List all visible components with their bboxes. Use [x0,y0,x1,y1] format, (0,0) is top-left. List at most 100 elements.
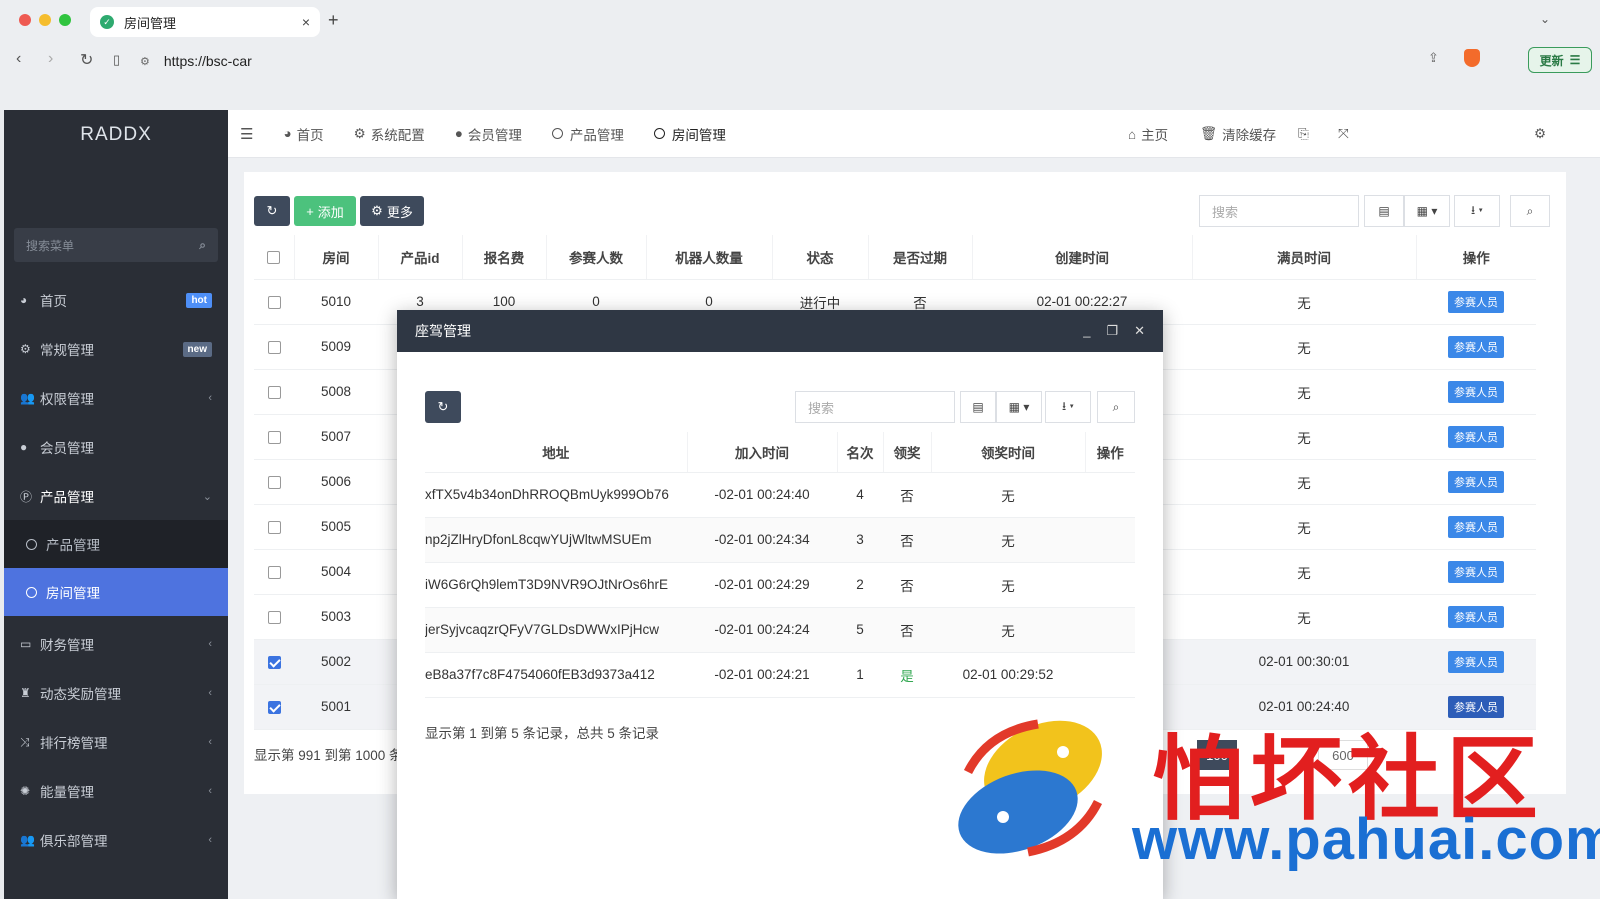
close-icon[interactable]: ✕ [1134,323,1145,339]
sidebar-item-energy[interactable]: ✺ 能量管理 ‹ [4,767,228,815]
column-header[interactable]: 名次 [837,432,884,473]
translate-icon[interactable]: ⎘ [1298,110,1309,158]
sidebar-item-members[interactable]: ● 会员管理 [4,423,228,471]
modal-toggle-view-button[interactable]: ▤ [960,391,996,423]
row-select-cell[interactable] [254,504,294,550]
row-checkbox[interactable] [267,655,281,669]
participants-button[interactable]: 参赛人员 [1448,515,1504,538]
refresh-button[interactable]: ↻ [254,196,290,226]
row-select-cell[interactable] [254,414,294,460]
column-header[interactable]: 领奖 [883,432,932,473]
column-header[interactable]: 操作 [1085,432,1135,473]
column-header[interactable]: 创建时间 [972,235,1193,280]
select-all-cell[interactable] [254,235,295,280]
columns-button[interactable]: ▦ ▾ [1404,195,1450,227]
participants-button[interactable]: 参赛人员 [1448,380,1504,403]
settings-icon[interactable]: ⚙ [1534,110,1546,158]
tab-products[interactable]: 产品管理 [551,124,624,144]
column-header[interactable]: 是否过期 [868,235,973,280]
row-checkbox[interactable] [267,700,281,714]
sidebar-item-leaderboard[interactable]: ⤨ 排行榜管理 ‹ [4,718,228,766]
new-tab-button[interactable]: + [328,10,339,31]
tab-home[interactable]: ◕ 首页 [283,124,323,144]
share-icon[interactable]: ⇪ [1428,50,1439,66]
forward-icon[interactable]: › [48,50,53,68]
sidebar-item-permissions[interactable]: 👥 权限管理 ‹ [4,374,228,422]
sidebar-item-home[interactable]: ◕ 首页 hot [4,276,228,324]
tab-members[interactable]: ● 会员管理 [455,124,522,144]
export-button[interactable]: ⭳ ▾ [1454,195,1500,227]
row-checkbox[interactable] [267,610,281,624]
sidebar-item-club[interactable]: 👥 俱乐部管理 ‹ [4,816,228,864]
sidebar-item-products[interactable]: Ⓟ 产品管理 ⌄ [4,472,228,520]
tab-close-icon[interactable]: × [302,14,310,30]
select-all-checkbox[interactable] [267,251,281,265]
browser-tab[interactable]: ✓ 房间管理 × [90,7,320,37]
sidebar-item-general[interactable]: ⚙ 常规管理 new [4,325,228,373]
column-header[interactable]: 满员时间 [1192,235,1417,280]
modal-columns-button[interactable]: ▦ ▾ [996,391,1042,423]
minimize-window-button[interactable] [39,14,51,26]
column-header[interactable]: 领奖时间 [931,432,1086,473]
update-button[interactable]: 更新 ☰ [1528,47,1592,73]
site-settings-icon[interactable]: ⚙ [140,55,150,68]
column-header[interactable]: 地址 [425,432,688,473]
search-button[interactable]: ⌕ [1510,195,1550,227]
row-select-cell[interactable] [254,279,294,325]
brave-shield-icon[interactable] [1464,49,1480,67]
sidebar-subitem-products[interactable]: 产品管理 [4,520,228,568]
row-select-cell[interactable] [254,594,294,640]
hamburger-icon[interactable]: ☰ [240,125,253,143]
row-checkbox[interactable] [267,430,281,444]
maximize-window-button[interactable] [59,14,71,26]
column-header[interactable]: 参赛人数 [546,235,647,280]
back-icon[interactable]: ‹ [16,50,21,68]
participants-button[interactable]: 参赛人员 [1448,605,1504,628]
participants-button[interactable]: 参赛人员 [1448,290,1504,313]
participants-button[interactable]: 参赛人员 [1448,425,1504,448]
row-checkbox[interactable] [267,475,281,489]
participants-button[interactable]: 参赛人员 [1448,335,1504,358]
column-header[interactable]: 状态 [772,235,869,280]
tab-rooms[interactable]: 房间管理 [653,124,726,144]
sidebar-subitem-rooms[interactable]: 房间管理 [4,568,228,616]
bookmark-icon[interactable]: ▯ [113,52,120,68]
row-select-cell[interactable] [254,549,294,595]
modal-refresh-button[interactable]: ↻ [425,391,461,423]
participants-button[interactable]: 参赛人员 [1448,560,1504,583]
menu-search-input[interactable]: 搜索菜单 ⌕ [14,228,218,262]
sidebar-item-finance[interactable]: ▭ 财务管理 ‹ [4,620,228,668]
row-checkbox[interactable] [267,565,281,579]
address-bar[interactable]: ⚙ https://bsc-car [140,46,1480,76]
row-checkbox[interactable] [267,520,281,534]
minimize-icon[interactable]: _ [1083,323,1090,339]
row-select-cell[interactable] [254,369,294,415]
clear-cache-link[interactable]: 🗑 清除缓存 [1200,110,1276,158]
maximize-icon[interactable]: ❐ [1106,323,1118,339]
search-input[interactable]: 搜索 [1199,195,1359,227]
column-header[interactable]: 操作 [1416,235,1536,280]
column-header[interactable]: 机器人数量 [646,235,773,280]
row-checkbox[interactable] [267,295,281,309]
row-select-cell[interactable] [254,459,294,505]
chevron-down-icon[interactable]: ⌄ [1540,12,1550,26]
more-button[interactable]: ⚙ 更多 [360,196,424,226]
sidebar-item-rewards[interactable]: ♜ 动态奖励管理 ‹ [4,669,228,717]
toggle-view-button[interactable]: ▤ [1364,195,1404,227]
tab-system-config[interactable]: ⚙ 系统配置 [354,124,425,144]
fullscreen-icon[interactable]: ⤧ [1338,110,1349,158]
home-link[interactable]: ⌂ 主页 [1128,110,1168,158]
row-checkbox[interactable] [267,340,281,354]
column-header[interactable]: 产品id [378,235,463,280]
reload-icon[interactable]: ↻ [80,50,93,70]
column-header[interactable]: 房间 [294,235,379,280]
modal-export-button[interactable]: ⭳ ▾ [1045,391,1091,423]
row-select-cell[interactable] [254,324,294,370]
column-header[interactable]: 报名费 [462,235,547,280]
participants-button[interactable]: 参赛人员 [1448,470,1504,493]
row-select-cell[interactable] [254,639,294,685]
row-select-cell[interactable] [254,684,294,730]
add-button[interactable]: + 添加 [294,196,356,226]
modal-search-input[interactable]: 搜索 [795,391,955,423]
modal-search-button[interactable]: ⌕ [1097,391,1135,423]
